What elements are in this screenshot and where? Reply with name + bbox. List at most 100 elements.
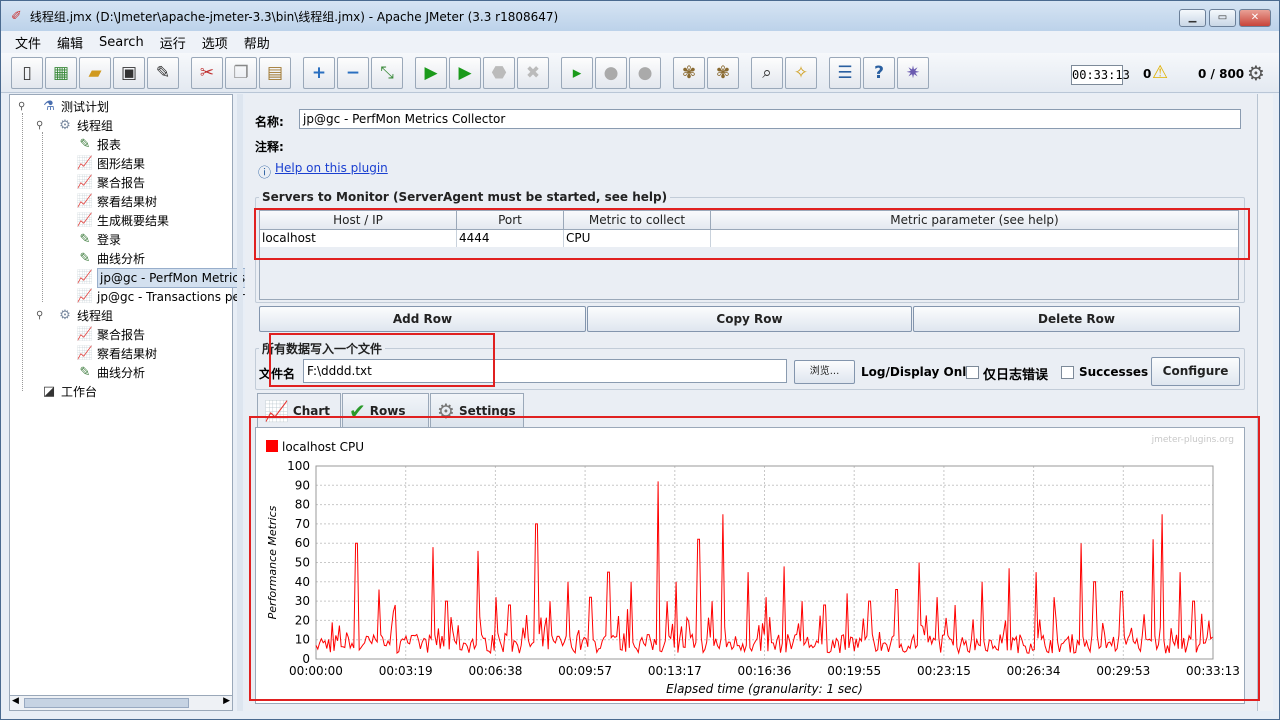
help-icon[interactable]: ?	[863, 57, 895, 89]
comment-label: 注释:	[255, 140, 284, 154]
tab-settings[interactable]: ⚙ Settings	[430, 393, 524, 427]
chart-panel[interactable]: 0 10 20 30 40 50 60 70 80 90 100 00:00:00 00:03:19 00…	[255, 427, 1245, 704]
tree-view-results-tree[interactable]: 📈 察看结果树	[76, 193, 157, 211]
scroll-right-icon[interactable]: ▶	[223, 696, 230, 706]
col-port[interactable]: Port	[457, 211, 564, 229]
toggle-icon[interactable]: ⤡	[371, 57, 403, 89]
table-row[interactable]: localhost 4444 CPU	[260, 230, 1238, 247]
function-helper-icon[interactable]: ☰	[829, 57, 861, 89]
templates-icon[interactable]: ▦	[45, 57, 77, 89]
cut-icon[interactable]: ✂	[191, 57, 223, 89]
collapse-icon[interactable]: −	[337, 57, 369, 89]
shutdown-icon[interactable]: ✖	[517, 57, 549, 89]
tree-view-results-tree-2[interactable]: 📈 察看结果树	[76, 345, 157, 363]
reset-search-icon[interactable]: ✧	[785, 57, 817, 89]
tree-thread-group-2[interactable]: ⚙ 线程组	[56, 307, 113, 325]
tree-summary-results[interactable]: 📈 生成概要结果	[76, 212, 169, 230]
clear-icon[interactable]: ✾	[673, 57, 705, 89]
tree-perfmon[interactable]: 📈 jp@gc - PerfMon Metrics C	[76, 268, 261, 288]
x-tick-label: 00:13:17	[648, 664, 702, 678]
tree-expander-icon[interactable]: ⚲	[36, 310, 43, 321]
tab-rows[interactable]: ✔ Rows	[342, 393, 429, 427]
gear-icon: ⚙	[59, 308, 71, 323]
tree-graph-results[interactable]: 📈 图形结果	[76, 155, 145, 173]
minimize-button[interactable]: ▁	[1179, 9, 1206, 27]
tree-report[interactable]: ✎ 报表	[76, 136, 121, 154]
tree-workbench[interactable]: ◪ 工作台	[40, 383, 97, 401]
split-pane-divider[interactable]	[237, 94, 243, 711]
tree-thread-group-1[interactable]: ⚙ 线程组	[56, 117, 113, 135]
save-icon[interactable]: ▣	[113, 57, 145, 89]
clear-all-icon[interactable]: ✾	[707, 57, 739, 89]
remote-stop-icon[interactable]: ●	[595, 57, 627, 89]
successes-checkbox[interactable]	[1061, 366, 1074, 379]
browse-button[interactable]: 浏览...	[794, 360, 855, 384]
tree-curve-analysis-2[interactable]: ✎ 曲线分析	[76, 364, 145, 382]
plugins-manager-icon[interactable]: ✷	[897, 57, 929, 89]
tree-login[interactable]: ✎ 登录	[76, 231, 121, 249]
col-param[interactable]: Metric parameter (see help)	[711, 211, 1238, 229]
flask-icon: ⚗	[43, 99, 55, 114]
comment-input[interactable]	[299, 134, 1241, 154]
tree-connector	[42, 132, 43, 302]
file-group-title: 所有数据写入一个文件	[259, 340, 386, 357]
expand-icon[interactable]: +	[303, 57, 335, 89]
name-input[interactable]: jp@gc - PerfMon Metrics Collector	[299, 109, 1241, 129]
tree-expander-icon[interactable]: ⚲	[18, 101, 25, 112]
remote-start-icon[interactable]: ▸	[561, 57, 593, 89]
copy-row-button[interactable]: Copy Row	[587, 306, 912, 332]
stop-icon[interactable]: ⬣	[483, 57, 515, 89]
cell-port[interactable]: 4444	[457, 230, 564, 247]
x-tick-label: 00:26:34	[1007, 664, 1061, 678]
tree-aggregate-report-2[interactable]: 📈 聚合报告	[76, 326, 145, 344]
window-title: 线程组.jmx (D:\Jmeter\apache-jmeter-3.3\bin…	[29, 9, 559, 24]
cell-metric[interactable]: CPU	[564, 230, 711, 247]
menu-edit[interactable]: 编辑	[49, 33, 91, 52]
menu-run[interactable]: 运行	[152, 33, 194, 52]
filename-input[interactable]: F:\dddd.txt	[303, 359, 787, 383]
remote-shutdown-icon[interactable]: ●	[629, 57, 661, 89]
maximize-button[interactable]: ▭	[1209, 9, 1236, 27]
col-host[interactable]: Host / IP	[260, 211, 457, 229]
configure-button[interactable]: Configure	[1151, 357, 1240, 386]
close-button[interactable]: ✕	[1239, 9, 1271, 27]
tree-transactions[interactable]: 📈 jp@gc - Transactions per	[76, 288, 245, 306]
new-icon[interactable]: ▯	[11, 57, 43, 89]
search-icon[interactable]: ⌕	[751, 57, 783, 89]
paste-icon[interactable]: ▤	[259, 57, 291, 89]
add-row-button[interactable]: Add Row	[259, 306, 586, 332]
save-as-icon[interactable]: ✎	[147, 57, 179, 89]
menu-file[interactable]: 文件	[7, 33, 49, 52]
tab-chart[interactable]: 📈 Chart	[257, 393, 341, 428]
tree-horizontal-scrollbar[interactable]: ◀ ▶	[9, 695, 233, 711]
warning-icon[interactable]: ⚠	[1152, 62, 1168, 83]
tree-expander-icon[interactable]: ⚲	[36, 120, 43, 131]
filename-label: 文件名	[259, 367, 296, 381]
menu-options[interactable]: 选项	[194, 33, 236, 52]
tree-aggregate-report[interactable]: 📈 聚合报告	[76, 174, 145, 192]
menu-help[interactable]: 帮助	[236, 33, 278, 52]
scroll-left-icon[interactable]: ◀	[12, 696, 19, 706]
col-metric[interactable]: Metric to collect	[564, 211, 711, 229]
cell-param[interactable]	[711, 230, 1238, 247]
copy-icon[interactable]: ❐	[225, 57, 257, 89]
servers-table[interactable]: Host / IP Port Metric to collect Metric …	[259, 210, 1239, 300]
scroll-thumb[interactable]	[24, 698, 189, 708]
feather-icon: ✐	[11, 8, 22, 24]
tree-test-plan[interactable]: ⚗ 测试计划	[40, 98, 109, 116]
cell-host[interactable]: localhost	[260, 230, 457, 247]
start-icon[interactable]: ▶	[415, 57, 447, 89]
help-link[interactable]: Help on this plugin	[275, 161, 388, 175]
successes-label: Successes	[1079, 365, 1149, 379]
x-tick-label: 00:09:57	[558, 664, 612, 678]
errors-only-checkbox[interactable]	[966, 366, 979, 379]
start-no-pause-icon[interactable]: ▶	[449, 57, 481, 89]
x-tick-label: 00:23:15	[917, 664, 971, 678]
open-folder-icon[interactable]: ▰	[79, 57, 111, 89]
tree-curve-analysis[interactable]: ✎ 曲线分析	[76, 250, 145, 268]
test-plan-tree[interactable]: ⚗ 测试计划 ⚙ 线程组 ✎ 报表 📈 图形结果 📈 聚合报告 📈 察看结果树 📈 生成概要结果 ✎ 登录 ✎ 曲…	[9, 94, 261, 711]
x-tick-label: 00:19:55	[827, 664, 881, 678]
delete-row-button[interactable]: Delete Row	[913, 306, 1240, 332]
panel-vertical-scrollbar[interactable]	[1257, 94, 1273, 711]
menu-search[interactable]: Search	[91, 35, 152, 50]
